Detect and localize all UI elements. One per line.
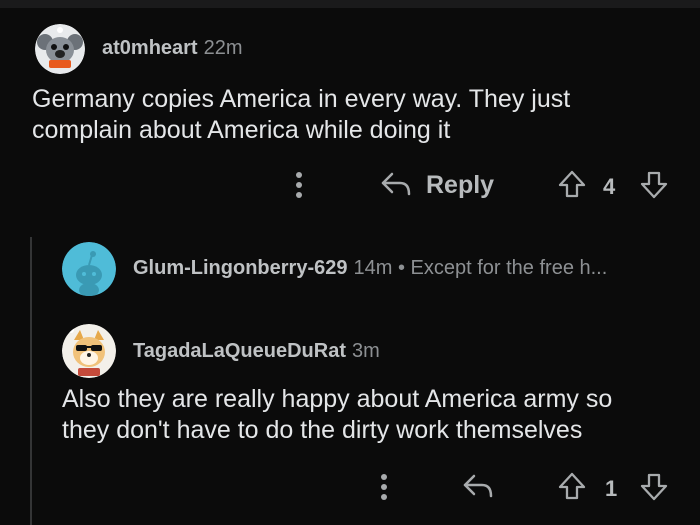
comment-time: 14m (353, 257, 393, 279)
collapsed-snippet: Except for the free h... (410, 257, 608, 279)
comment-body: Germany copies America in every way. The… (32, 84, 570, 146)
comment-body-line: Germany copies America in every way. The… (32, 85, 571, 113)
koala-avatar-icon (35, 24, 85, 74)
vote-count: 1 (605, 476, 618, 501)
author-name[interactable]: at0mheart (102, 37, 198, 59)
author-name[interactable]: TagadaLaQueueDuRat (133, 340, 346, 362)
shiba-avatar-icon (62, 324, 116, 378)
comment-time: 22m (203, 37, 243, 59)
comment-author: at0mheart 22m (102, 37, 243, 60)
comment-body-line: Also they are really happy about America… (62, 385, 613, 413)
comment-author: TagadaLaQueueDuRat 3m (133, 340, 380, 363)
vote-count: 4 (603, 174, 616, 199)
comment-body: Also they are really happy about America… (62, 384, 612, 446)
downvote-arrow-icon[interactable] (639, 170, 669, 200)
comment-time: 3m (352, 340, 380, 362)
avatar[interactable] (62, 324, 116, 378)
avatar[interactable] (35, 24, 85, 74)
upvote-arrow-icon[interactable] (557, 169, 587, 199)
avatar[interactable] (62, 242, 116, 296)
reply-arrow-icon[interactable] (380, 170, 412, 198)
reply-arrow-icon[interactable] (462, 472, 494, 500)
comment-body-line: they don't have to do the dirty work the… (62, 416, 583, 444)
separator-dot: • (397, 257, 405, 279)
thread-line[interactable] (30, 237, 32, 525)
more-options-icon[interactable] (292, 171, 306, 199)
upvote-arrow-icon[interactable] (557, 471, 587, 501)
comment-body-line: complain about America while doing it (32, 116, 451, 144)
snoo-avatar-icon (62, 242, 116, 296)
more-options-icon[interactable] (377, 473, 391, 501)
reply-button[interactable]: Reply (426, 171, 494, 200)
downvote-arrow-icon[interactable] (639, 472, 669, 502)
top-edge-bar (0, 0, 700, 8)
author-name[interactable]: Glum-Lingonberry-629 (133, 257, 347, 279)
comment-author: Glum-Lingonberry-629 14m • Except for the… (133, 257, 607, 280)
